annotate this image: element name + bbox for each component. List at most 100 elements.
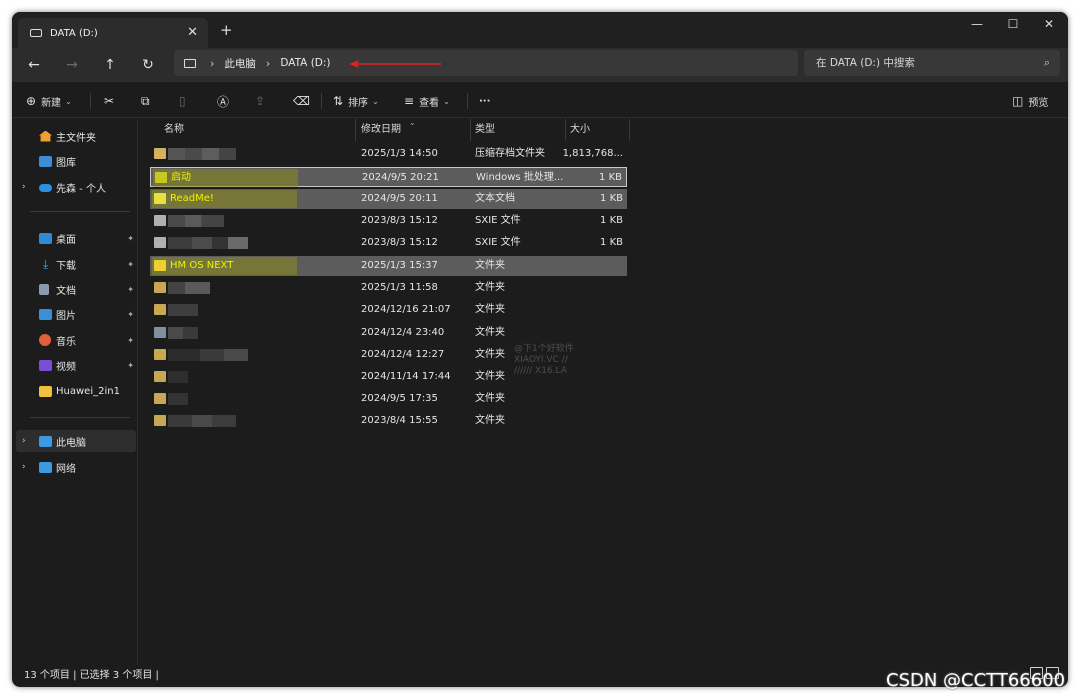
file-row[interactable]: 2024/9/5 17:35 文件夹	[150, 389, 627, 409]
file-type: 文件夹	[475, 393, 505, 404]
column-divider[interactable]	[565, 119, 566, 141]
watermark-line: ////// X16.LA	[514, 366, 567, 376]
file-type: 文件夹	[475, 349, 505, 360]
refresh-button[interactable]: ↻	[138, 55, 158, 75]
sort-button[interactable]: ⇅ 排序 ⌄	[333, 92, 379, 110]
file-row[interactable]: 2023/8/3 15:12 SXIE 文件 1 KB	[150, 211, 627, 231]
file-row[interactable]: 2025/1/3 11:58 文件夹	[150, 278, 627, 298]
view-label: 查看	[419, 97, 440, 109]
drive-icon	[30, 29, 42, 37]
paste-button[interactable]: ▯	[179, 92, 191, 110]
folder-icon	[154, 349, 166, 360]
more-options-button[interactable]: ···	[479, 92, 490, 110]
address-bar[interactable]: › 此电脑 › DATA (D:)	[174, 50, 798, 76]
sidebar-item-network[interactable]: › 网络	[12, 456, 136, 478]
file-date: 2025/1/3 11:58	[361, 282, 438, 293]
minimize-button[interactable]: —	[960, 17, 994, 31]
column-size[interactable]: 大小	[570, 119, 590, 141]
file-row[interactable]: ReadMe! 2024/9/5 20:11 文本文档 1 KB	[150, 189, 627, 209]
pin-icon: ✦	[127, 360, 134, 370]
preview-label: 预览	[1028, 97, 1049, 109]
file-size: 1 KB	[599, 172, 622, 183]
file-type: Windows 批处理...	[476, 172, 564, 183]
tab-label: DATA (D:)	[50, 27, 98, 39]
folder-icon	[154, 304, 166, 315]
annotation-arrow	[349, 60, 441, 68]
sidebar-item-label: 网络	[56, 463, 76, 475]
tab-close-icon[interactable]: ✕	[187, 25, 198, 40]
file-icon	[154, 237, 166, 248]
column-name[interactable]: 名称	[164, 119, 184, 141]
file-row[interactable]: 2024/12/16 21:07 文件夹	[150, 300, 627, 320]
preview-pane-button[interactable]: ◫ 预览	[1012, 92, 1048, 110]
sidebar-divider	[30, 417, 130, 418]
file-row[interactable]: 2025/1/3 14:50 压缩存档文件夹 1,813,768...	[150, 144, 627, 164]
toolbar-divider	[467, 93, 468, 109]
chevron-right-icon[interactable]: ›	[22, 462, 26, 472]
file-row[interactable]: 2023/8/3 15:12 SXIE 文件 1 KB	[150, 233, 627, 253]
file-row[interactable]: 2024/12/4 23:40 文件夹	[150, 323, 627, 343]
sidebar-item-this-pc[interactable]: › 此电脑	[16, 430, 136, 452]
chevron-right-icon[interactable]: ›	[266, 57, 270, 70]
archive-icon	[154, 148, 166, 159]
share-button[interactable]: ⇪	[255, 92, 270, 110]
redacted-name	[168, 215, 224, 227]
delete-button[interactable]: ⌫	[293, 92, 315, 110]
sidebar-item-pictures[interactable]: 图片 ✦	[12, 303, 136, 325]
file-row[interactable]: 启动 2024/9/5 20:21 Windows 批处理... 1 KB	[150, 167, 627, 187]
folder-icon	[154, 260, 166, 271]
sidebar-item-label: 音乐	[56, 336, 76, 348]
back-button[interactable]: ←	[24, 55, 44, 75]
tab-data-d[interactable]: DATA (D:) ✕	[18, 18, 208, 48]
breadcrumb-this-pc[interactable]: 此电脑	[224, 56, 256, 71]
new-button[interactable]: ⊕ 新建 ⌄	[26, 92, 72, 110]
sidebar-item-videos[interactable]: 视频 ✦	[12, 354, 136, 376]
file-date: 2023/8/3 15:12	[361, 237, 438, 248]
watermark-line: @下1个好软件	[514, 344, 574, 354]
sidebar-item-desktop[interactable]: 桌面 ✦	[12, 227, 136, 249]
chevron-right-icon[interactable]: ›	[22, 436, 26, 446]
download-icon: ⤓	[42, 256, 49, 271]
new-tab-button[interactable]: +	[220, 21, 233, 39]
sidebar-item-home[interactable]: 主文件夹	[12, 125, 136, 147]
file-date: 2024/9/5 20:11	[361, 193, 438, 204]
up-button[interactable]: ↑	[100, 55, 120, 75]
sidebar-item-onedrive[interactable]: › 先森 - 个人	[12, 176, 136, 198]
sort-label: 排序	[348, 97, 369, 109]
view-list-icon: ≡	[404, 94, 415, 108]
search-placeholder: 在 DATA (D:) 中搜索	[816, 57, 915, 69]
copy-button[interactable]: ⧉	[141, 92, 155, 110]
redacted-name	[168, 304, 198, 316]
column-type[interactable]: 类型	[475, 119, 495, 141]
sidebar-item-music[interactable]: 音乐 ✦	[12, 329, 136, 351]
close-window-button[interactable]: ✕	[1032, 17, 1066, 31]
maximize-button[interactable]: ☐	[996, 17, 1030, 31]
column-divider[interactable]	[470, 119, 471, 141]
chevron-right-icon[interactable]: ›	[22, 182, 26, 192]
cut-button[interactable]: ✂	[104, 92, 119, 110]
plus-circle-icon: ⊕	[26, 94, 37, 108]
file-name: 启动	[171, 172, 191, 183]
forward-button[interactable]: →	[62, 55, 82, 75]
column-divider[interactable]	[629, 119, 630, 141]
file-date: 2024/11/14 17:44	[361, 371, 451, 382]
search-input[interactable]: 在 DATA (D:) 中搜索 ⌕	[804, 50, 1060, 76]
gallery-icon	[39, 155, 52, 167]
sidebar-item-downloads[interactable]: ⤓ 下载 ✦	[12, 253, 136, 275]
folder-icon	[39, 385, 52, 397]
view-button[interactable]: ≡ 查看 ⌄	[404, 92, 450, 110]
chevron-right-icon[interactable]: ›	[210, 57, 214, 70]
breadcrumb-data-d[interactable]: DATA (D:)	[280, 57, 330, 69]
file-row[interactable]: HM OS NEXT 2025/1/3 15:37 文件夹	[150, 256, 627, 276]
column-date[interactable]: 修改日期	[361, 119, 401, 141]
file-row[interactable]: 2023/8/4 15:55 文件夹	[150, 411, 627, 431]
column-divider[interactable]	[355, 119, 356, 141]
watermark-line: XIAOYI.VC //	[514, 355, 568, 365]
sidebar-item-label: 桌面	[56, 234, 76, 246]
redacted-name	[168, 349, 248, 361]
rename-button[interactable]: Ⓐ	[217, 92, 234, 110]
sidebar-item-gallery[interactable]: 图库	[12, 150, 136, 172]
status-bar-text: 13 个项目 | 已选择 3 个项目 |	[24, 670, 159, 681]
sidebar-item-documents[interactable]: 文档 ✦	[12, 278, 136, 300]
sidebar-item-huawei-2in1[interactable]: Huawei_2in1	[12, 380, 136, 402]
